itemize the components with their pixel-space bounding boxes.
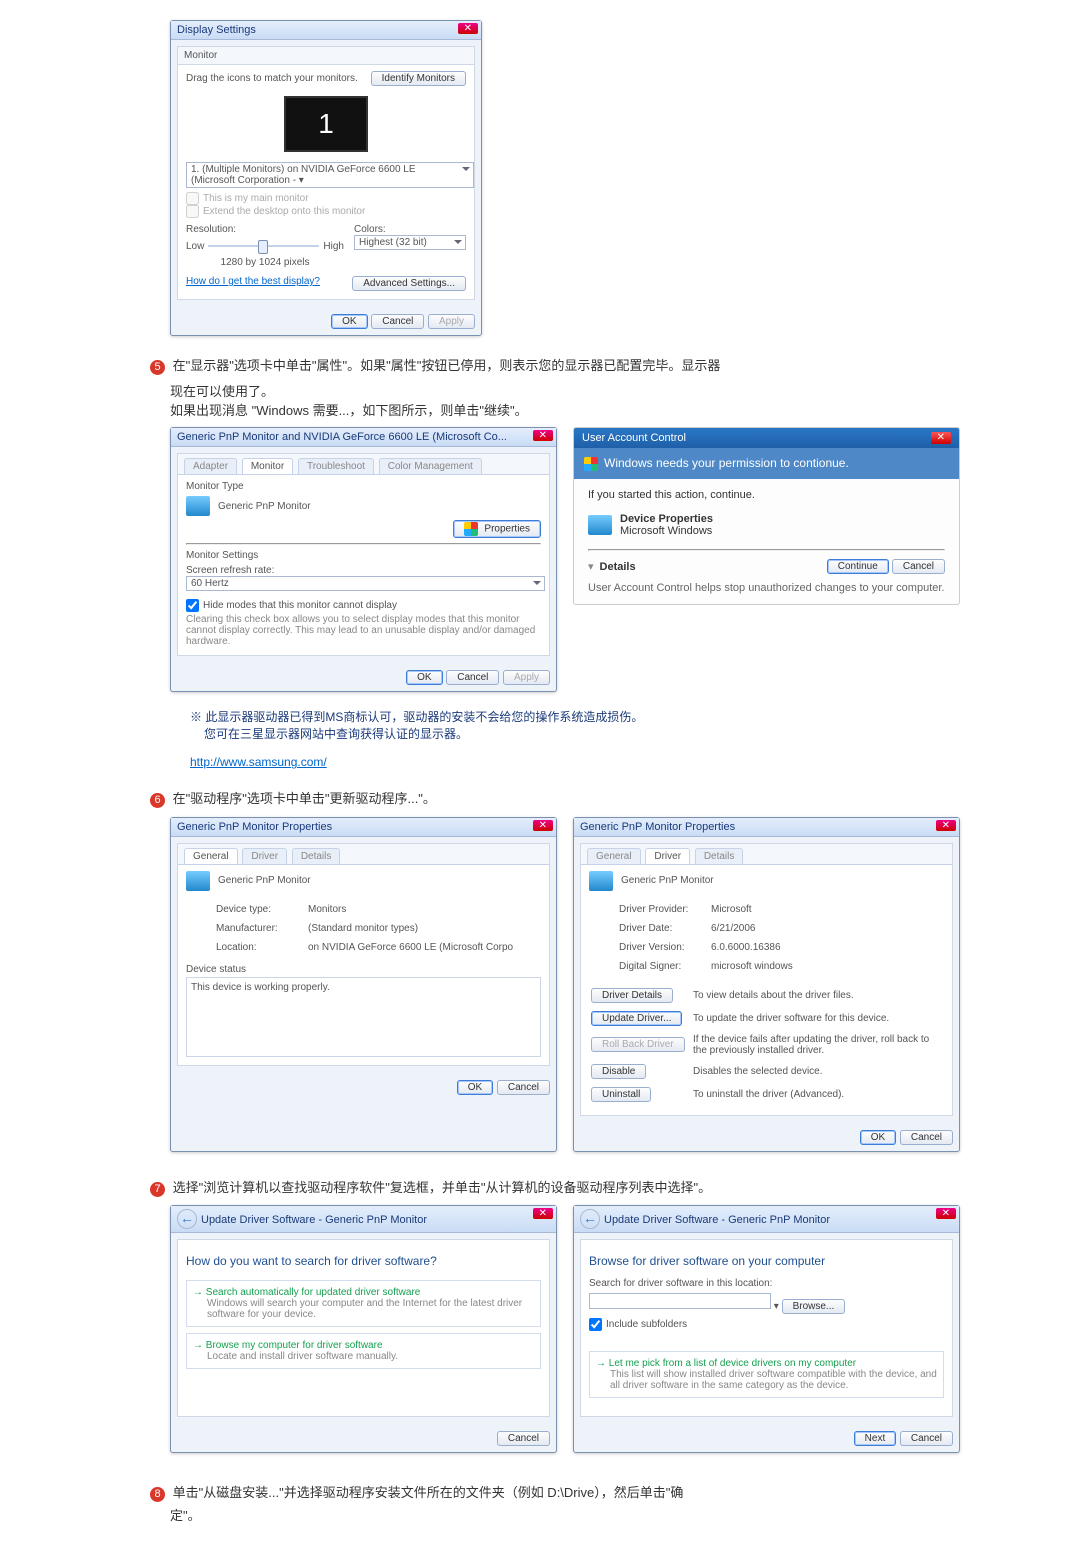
pnp-properties-general: Generic PnP Monitor Properties✕ General … <box>170 817 557 1152</box>
tab-monitor[interactable]: Monitor <box>242 458 293 474</box>
back-icon[interactable]: ← <box>177 1209 197 1229</box>
tab-driver[interactable]: Driver <box>645 848 690 864</box>
hide-modes-checkbox[interactable] <box>186 599 199 612</box>
close-icon[interactable]: ✕ <box>533 430 553 441</box>
location-input[interactable] <box>589 1293 771 1309</box>
identify-monitors-button[interactable]: Identify Monitors <box>371 71 466 86</box>
disable-button[interactable]: Disable <box>591 1064 646 1079</box>
include-subfolders-checkbox[interactable] <box>589 1318 602 1331</box>
tab-general[interactable]: General <box>587 848 641 864</box>
display-settings-window: Display Settings ✕ Monitor Drag the icon… <box>170 20 482 336</box>
step-6-badge: 6 <box>150 793 165 808</box>
browse-computer-option[interactable]: → Browse my computer for driver software… <box>186 1333 541 1369</box>
chevron-down-icon[interactable]: ▾ <box>588 561 594 573</box>
close-icon[interactable]: ✕ <box>533 820 553 831</box>
cancel-button[interactable]: Cancel <box>892 559 945 574</box>
ok-button[interactable]: OK <box>331 314 367 329</box>
properties-button[interactable]: Properties <box>453 520 541 538</box>
cancel-button[interactable]: Cancel <box>371 314 424 329</box>
samsung-link[interactable]: http://www.samsung.com/ <box>190 755 327 769</box>
refresh-rate-select[interactable]: 60 Hertz <box>186 576 545 591</box>
close-icon[interactable]: ✕ <box>931 432 951 444</box>
details-toggle[interactable]: Details <box>600 561 636 573</box>
close-icon[interactable]: ✕ <box>458 23 478 34</box>
uac-title: User Account Control <box>582 432 686 444</box>
close-icon[interactable]: ✕ <box>936 820 956 831</box>
cancel-button[interactable]: Cancel <box>497 1080 550 1095</box>
apply-button: Apply <box>428 314 475 329</box>
cancel-button[interactable]: Cancel <box>900 1130 953 1145</box>
ok-button[interactable]: OK <box>457 1080 493 1095</box>
colors-select[interactable]: Highest (32 bit) <box>354 235 466 250</box>
update-driver-wizard-browse: ←Update Driver Software - Generic PnP Mo… <box>573 1205 960 1453</box>
browse-button[interactable]: Browse... <box>782 1299 846 1314</box>
monitor-picker[interactable]: 1. (Multiple Monitors) on NVIDIA GeForce… <box>186 162 474 188</box>
tab-general[interactable]: General <box>184 848 238 864</box>
tab-details[interactable]: Details <box>292 848 341 864</box>
window-title: Display Settings <box>171 21 481 40</box>
driver-details-button[interactable]: Driver Details <box>591 988 673 1003</box>
device-icon <box>588 515 612 535</box>
apply-button: Apply <box>503 670 550 685</box>
uac-dialog: User Account Control✕ Windows needs your… <box>573 427 960 605</box>
close-icon[interactable]: ✕ <box>533 1208 553 1219</box>
shield-icon <box>584 457 598 471</box>
tab-troubleshoot[interactable]: Troubleshoot <box>298 458 374 474</box>
let-me-pick-option[interactable]: → Let me pick from a list of device driv… <box>589 1351 944 1398</box>
rollback-driver-button: Roll Back Driver <box>591 1037 685 1052</box>
resolution-slider[interactable] <box>208 245 319 247</box>
step-8-badge: 8 <box>150 1487 165 1502</box>
tab-monitor[interactable]: Monitor <box>178 47 474 65</box>
update-driver-button[interactable]: Update Driver... <box>591 1011 682 1026</box>
tab-driver[interactable]: Driver <box>242 848 287 864</box>
step-5-badge: 5 <box>150 360 165 375</box>
cancel-button[interactable]: Cancel <box>497 1431 550 1446</box>
monitor-icon <box>186 871 210 891</box>
tab-adapter[interactable]: Adapter <box>184 458 237 474</box>
tab-details[interactable]: Details <box>695 848 744 864</box>
shield-icon <box>464 522 478 536</box>
drag-instruction: Drag the icons to match your monitors. <box>186 73 358 84</box>
ok-button[interactable]: OK <box>406 670 442 685</box>
step-7-badge: 7 <box>150 1182 165 1197</box>
monitor-preview[interactable]: 1 <box>284 96 368 152</box>
cancel-button[interactable]: Cancel <box>900 1431 953 1446</box>
advanced-settings-button[interactable]: Advanced Settings... <box>352 276 466 291</box>
close-icon[interactable]: ✕ <box>936 1208 956 1219</box>
tab-color-management[interactable]: Color Management <box>379 458 482 474</box>
pnp-properties-driver: Generic PnP Monitor Properties✕ General … <box>573 817 960 1152</box>
next-button[interactable]: Next <box>854 1431 897 1446</box>
monitor-icon <box>589 871 613 891</box>
back-icon[interactable]: ← <box>580 1209 600 1229</box>
search-automatically-option[interactable]: → Search automatically for updated drive… <box>186 1280 541 1327</box>
cancel-button[interactable]: Cancel <box>446 670 499 685</box>
ok-button[interactable]: OK <box>860 1130 896 1145</box>
monitor-icon <box>186 496 210 516</box>
help-link[interactable]: How do I get the best display? <box>186 276 320 291</box>
update-driver-wizard-search: ←Update Driver Software - Generic PnP Mo… <box>170 1205 557 1453</box>
uninstall-button[interactable]: Uninstall <box>591 1087 651 1102</box>
monitor-properties-window: Generic PnP Monitor and NVIDIA GeForce 6… <box>170 427 557 692</box>
continue-button[interactable]: Continue <box>827 559 889 574</box>
